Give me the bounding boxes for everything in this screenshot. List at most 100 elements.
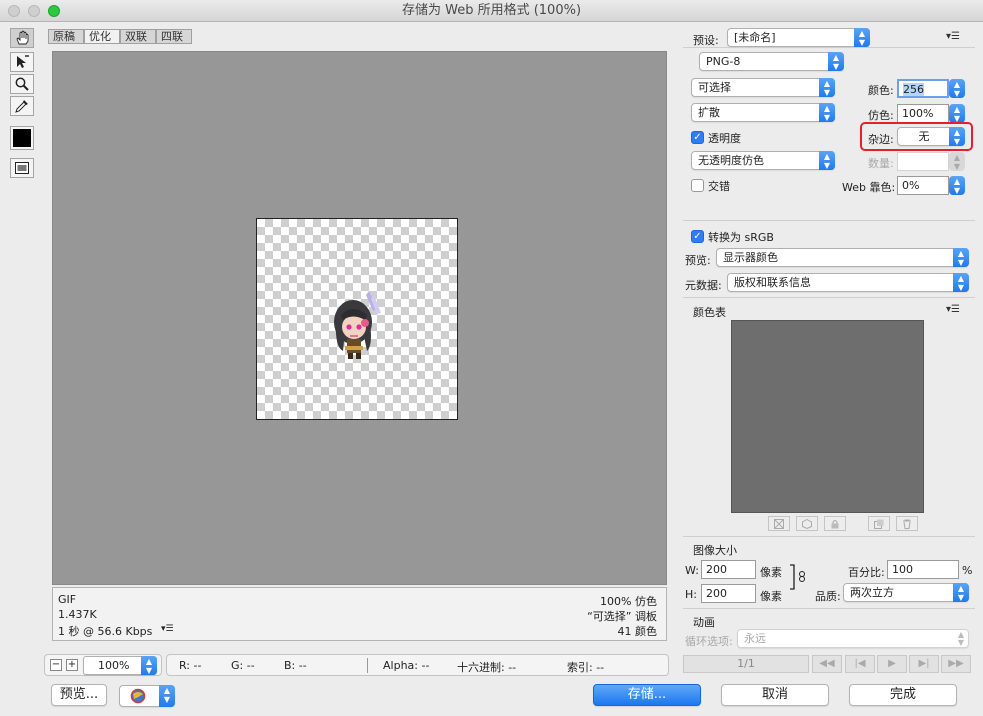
zoom-out-button[interactable]: − bbox=[50, 659, 62, 671]
chevron-updown-icon: ▲ ▼ bbox=[957, 630, 964, 647]
colors-field[interactable]: 256 bbox=[897, 79, 949, 98]
preview-mode-value: 显示器颜色 bbox=[723, 251, 778, 264]
minimize-window-button[interactable] bbox=[28, 5, 40, 17]
toggle-slice-visibility-icon[interactable] bbox=[10, 158, 34, 178]
info-color-count: 41 颜色 bbox=[617, 625, 658, 638]
loop-options-select: 永远 ▲ ▼ bbox=[737, 629, 969, 648]
preview-mode-select[interactable]: 显示器颜色 ▲ ▼ bbox=[716, 248, 969, 267]
web-snap-stepper[interactable]: ▲ ▼ bbox=[949, 176, 965, 195]
window-title: 存储为 Web 所用格式 (100%) bbox=[401, 3, 582, 18]
readout-divider bbox=[367, 658, 368, 673]
chevron-updown-icon: ▲ ▼ bbox=[854, 28, 870, 47]
convert-srgb-checkbox[interactable]: ✓ bbox=[691, 230, 704, 243]
hand-tool-icon[interactable] bbox=[10, 28, 34, 48]
zoom-in-button[interactable]: + bbox=[66, 659, 78, 671]
preview-button[interactable]: 预览... bbox=[51, 684, 107, 706]
info-file-size: 1.437K bbox=[58, 608, 97, 621]
save-button[interactable]: 存储... bbox=[593, 684, 701, 706]
amount-stepper: ▲ ▼ bbox=[949, 152, 965, 171]
map-to-transparent-icon[interactable] bbox=[768, 516, 790, 531]
transparency-checkbox[interactable]: ✓ bbox=[691, 131, 704, 144]
color-table-swatches[interactable] bbox=[731, 320, 924, 513]
width-label: W: bbox=[685, 564, 699, 577]
zoom-level-select[interactable]: 100% ▲ ▼ bbox=[83, 656, 157, 675]
last-frame-icon: ▶▶ bbox=[941, 655, 971, 673]
colors-stepper[interactable]: ▲ ▼ bbox=[949, 79, 965, 98]
width-unit: 像素 bbox=[760, 566, 782, 579]
preset-label: 预设: bbox=[693, 34, 719, 47]
tab-optimized[interactable]: 优化 bbox=[84, 29, 120, 44]
readout-green: G: -- bbox=[231, 659, 255, 672]
eyedropper-color-swatch[interactable] bbox=[10, 126, 34, 150]
lock-color-icon[interactable] bbox=[824, 516, 846, 531]
percent-field[interactable]: 100 bbox=[887, 560, 959, 579]
done-button[interactable]: 完成 bbox=[849, 684, 957, 706]
optimized-image-preview bbox=[256, 218, 458, 420]
settings-divider bbox=[683, 220, 975, 221]
web-snap-field[interactable]: 0% bbox=[897, 176, 949, 195]
interlaced-checkbox[interactable] bbox=[691, 179, 704, 192]
download-speed-menu-icon[interactable]: ▾☰ bbox=[161, 624, 174, 634]
preset-select[interactable]: [未命名] ▲ ▼ bbox=[727, 28, 870, 47]
matte-select[interactable]: 无 ▲ ▼ bbox=[897, 127, 965, 146]
height-value: 200 bbox=[706, 587, 727, 600]
color-readout: R: -- G: -- B: -- Alpha: -- 十六进制: -- 索引:… bbox=[166, 654, 669, 676]
transparency-dither-value: 无透明度仿色 bbox=[698, 154, 764, 167]
info-format: GIF bbox=[58, 593, 77, 606]
height-field[interactable]: 200 bbox=[701, 584, 756, 603]
close-window-button[interactable] bbox=[8, 5, 20, 17]
loop-options-label: 循环选项: bbox=[685, 635, 733, 648]
optimize-menu-icon[interactable]: ▾☰ bbox=[946, 31, 960, 42]
dither-amount-stepper[interactable]: ▲ ▼ bbox=[949, 104, 965, 123]
readout-hex: 十六进制: -- bbox=[457, 661, 517, 674]
web-shift-icon[interactable] bbox=[796, 516, 818, 531]
dither-algorithm-select[interactable]: 扩散 ▲ ▼ bbox=[691, 103, 835, 122]
chevron-updown-icon: ▲ ▼ bbox=[159, 685, 175, 707]
percent-label: 百分比: bbox=[848, 566, 885, 579]
metadata-value: 版权和联系信息 bbox=[734, 276, 811, 289]
title-bar: 存储为 Web 所用格式 (100%) bbox=[0, 0, 983, 22]
slice-select-icon[interactable] bbox=[10, 52, 34, 72]
status-bar: − + 100% ▲ ▼ R: -- G: -- B: -- Alpha: -- … bbox=[44, 653, 669, 677]
dither-amount-field[interactable]: 100% bbox=[897, 104, 949, 123]
settings-divider bbox=[683, 297, 975, 298]
new-color-icon[interactable] bbox=[868, 516, 890, 531]
percent-value: 100 bbox=[892, 563, 913, 576]
transparency-label: 透明度 bbox=[708, 132, 741, 145]
info-palette: “可选择” 调板 bbox=[587, 610, 657, 623]
percent-unit: % bbox=[962, 564, 973, 577]
format-value: PNG-8 bbox=[706, 55, 741, 68]
zoom-tool-icon[interactable] bbox=[10, 74, 34, 94]
color-table-menu-icon[interactable]: ▾☰ bbox=[946, 304, 960, 315]
quality-select[interactable]: 两次立方 ▲ ▼ bbox=[843, 583, 969, 602]
chevron-updown-icon: ▲ ▼ bbox=[953, 583, 969, 602]
colors-value: 256 bbox=[903, 83, 924, 96]
browser-select[interactable]: ▲ ▼ bbox=[119, 685, 175, 707]
tool-palette bbox=[8, 28, 36, 182]
tab-4-up[interactable]: 四联 bbox=[156, 29, 192, 44]
readout-index: 索引: -- bbox=[567, 661, 605, 674]
frame-counter: 1/1 bbox=[683, 655, 809, 673]
format-select[interactable]: PNG-8 ▲ ▼ bbox=[699, 52, 844, 71]
chevron-updown-icon: ▲ ▼ bbox=[141, 656, 157, 675]
zoom-window-button[interactable] bbox=[48, 5, 60, 17]
cancel-button[interactable]: 取消 bbox=[721, 684, 829, 706]
color-reduction-value: 可选择 bbox=[698, 81, 731, 94]
color-reduction-select[interactable]: 可选择 ▲ ▼ bbox=[691, 78, 835, 97]
web-snap-value: 0% bbox=[902, 179, 920, 192]
readout-blue: B: -- bbox=[284, 659, 307, 672]
chevron-updown-icon: ▲ ▼ bbox=[819, 78, 835, 97]
tab-original[interactable]: 原稿 bbox=[48, 29, 84, 44]
tab-2-up[interactable]: 双联 bbox=[120, 29, 156, 44]
width-value: 200 bbox=[706, 563, 727, 576]
colors-label: 颜色: bbox=[868, 84, 894, 97]
metadata-select[interactable]: 版权和联系信息 ▲ ▼ bbox=[727, 273, 969, 292]
delete-color-icon[interactable] bbox=[896, 516, 918, 531]
amount-label: 数量: bbox=[868, 157, 894, 170]
transparency-dither-select[interactable]: 无透明度仿色 ▲ ▼ bbox=[691, 151, 835, 170]
constrain-proportions-link-icon[interactable] bbox=[789, 562, 811, 592]
dither-algorithm-value: 扩散 bbox=[698, 106, 720, 119]
eyedropper-icon[interactable] bbox=[10, 96, 34, 116]
width-field[interactable]: 200 bbox=[701, 560, 756, 579]
web-snap-label: Web 靠色: bbox=[842, 181, 896, 194]
